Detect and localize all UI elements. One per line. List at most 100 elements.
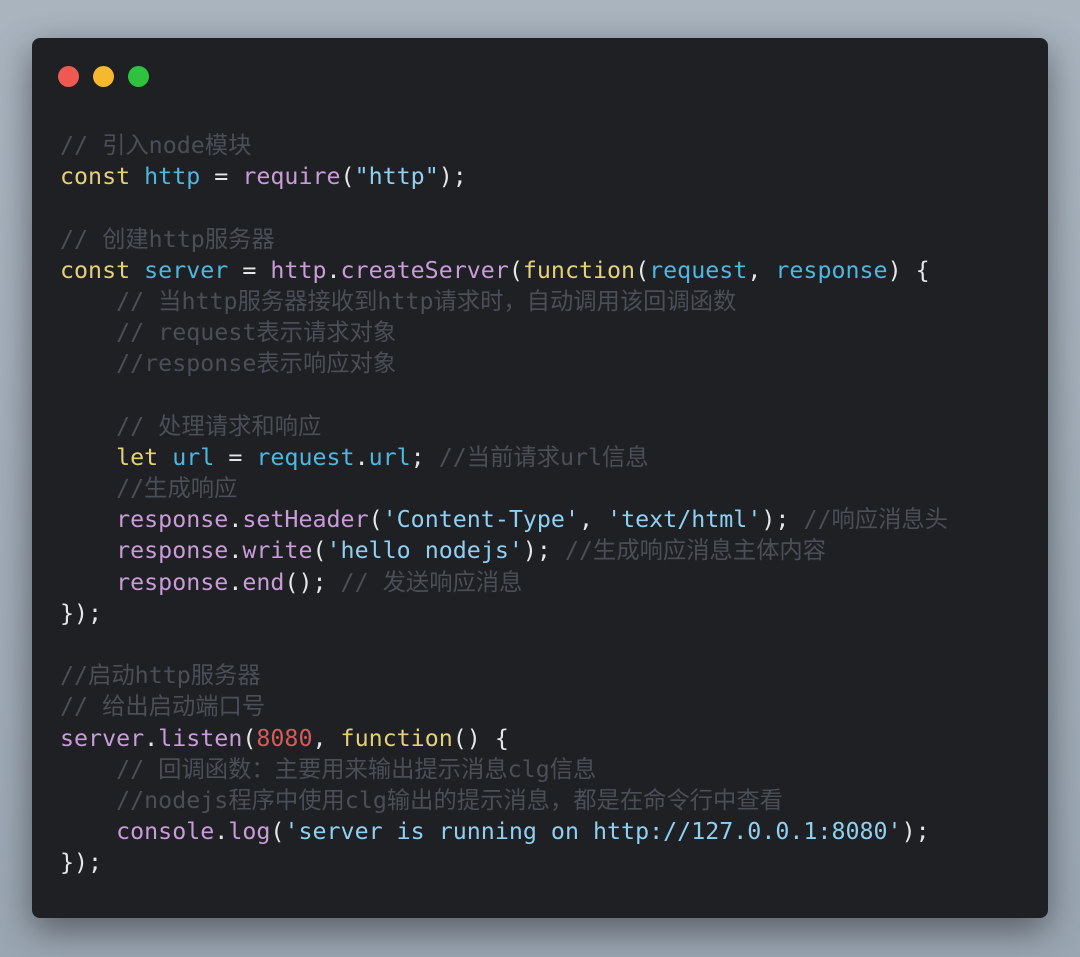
code-token-punct: }); [60, 849, 103, 877]
code-token-variable: url [172, 443, 215, 471]
code-token-punct: }); [60, 599, 103, 627]
code-token-function: response [116, 568, 229, 596]
code-token-punct: ); [438, 163, 467, 191]
close-window-button[interactable] [58, 66, 79, 87]
code-token-punct [60, 506, 116, 533]
code-line: // 给出启动端口号 [60, 691, 1040, 722]
code-line: // request表示请求对象 [60, 317, 1040, 348]
code-token-punct [60, 569, 116, 596]
code-token-punct: ); [761, 506, 804, 534]
code-line: // 引入node模块 [60, 130, 1040, 161]
code-token-function: console [116, 818, 215, 846]
code-token-variable: http [144, 163, 201, 191]
code-line: response.end(); // 发送响应消息 [60, 567, 1040, 598]
code-line: response.setHeader('Content-Type', 'text… [60, 504, 1040, 535]
code-token-function: write [242, 537, 313, 565]
code-token-string: 'server is running on http://127.0.0.1:8… [284, 818, 902, 846]
code-line: }); [60, 598, 1040, 629]
code-token-punct: ( [635, 256, 650, 284]
code-token-comment: //response表示响应对象 [116, 350, 397, 378]
code-token-comment: //启动http服务器 [60, 662, 261, 690]
window-controls [58, 66, 149, 88]
code-line: // 当http服务器接收到http请求时，自动调用该回调函数 [60, 286, 1040, 317]
code-token-comment: //生成响应消息主体内容 [564, 537, 827, 565]
code-token-keyword: function [522, 256, 636, 284]
code-token-punct: ( [508, 256, 523, 284]
code-token-keyword: let [116, 443, 173, 471]
code-token-function: createServer [340, 256, 509, 284]
code-token-punct [60, 818, 116, 845]
code-token-keyword: function [340, 724, 453, 752]
code-token-punct [60, 319, 116, 346]
code-line: //启动http服务器 [60, 660, 1040, 691]
code-line: const http = require("http"); [60, 161, 1040, 192]
code-token-punct: ( [340, 163, 355, 191]
code-token-punct: . [354, 443, 369, 471]
code-token-variable: url [368, 443, 411, 471]
code-token-keyword: const [60, 256, 145, 284]
code-token-punct: , [579, 506, 608, 534]
code-line: let url = request.url; //当前请求url信息 [60, 442, 1040, 473]
code-token-punct [60, 288, 116, 315]
code-token-string: 'hello nodejs' [326, 537, 523, 565]
maximize-window-button[interactable] [128, 66, 149, 87]
code-token-comment: // 引入node模块 [60, 132, 252, 159]
code-token-comment: //nodejs程序中使用clg输出的提示消息，都是在命令行中查看 [116, 786, 783, 814]
code-token-comment: // 给出启动端口号 [60, 693, 266, 721]
code-token-comment: // request表示请求对象 [116, 319, 397, 347]
code-token-variable: request [256, 443, 355, 471]
code-token-punct: . [228, 568, 243, 596]
code-line: // 回调函数：主要用来输出提示消息clg信息 [60, 754, 1040, 785]
code-token-punct: ( [312, 537, 327, 565]
code-token-function: http [270, 256, 327, 284]
code-token-punct: , [747, 256, 776, 284]
code-token-punct [60, 475, 116, 502]
code-token-number: 8080 [256, 724, 313, 752]
code-token-function: listen [158, 724, 243, 752]
code-token-punct [60, 413, 116, 440]
code-line: server.listen(8080, function() { [60, 723, 1040, 754]
code-line: response.write('hello nodejs'); //生成响应消息… [60, 535, 1040, 566]
code-token-comment: // 发送响应消息 [340, 568, 523, 596]
code-token-comment: // 回调函数：主要用来输出提示消息clg信息 [116, 755, 597, 783]
code-token-variable: server [144, 256, 229, 284]
code-token-comment: //当前请求url信息 [438, 443, 649, 471]
code-token-punct: . [228, 506, 243, 534]
code-line: }); [60, 847, 1040, 878]
code-token-punct: ) { [887, 256, 930, 284]
code-line: //response表示响应对象 [60, 348, 1040, 379]
code-token-punct: ; [410, 443, 439, 471]
code-token-function: setHeader [242, 506, 369, 534]
code-line: const server = http.createServer(functio… [60, 255, 1040, 286]
minimize-window-button[interactable] [93, 66, 114, 87]
code-token-punct: . [326, 256, 341, 284]
code-token-punct: = [228, 256, 271, 284]
code-window: // 引入node模块 const http = require("http");… [32, 38, 1048, 918]
code-token-punct: (); [284, 568, 341, 596]
code-line: console.log('server is running on http:/… [60, 816, 1040, 847]
code-token-punct [60, 350, 116, 377]
code-token-punct [60, 537, 116, 564]
code-editor[interactable]: // 引入node模块 const http = require("http");… [60, 130, 1040, 879]
code-token-comment: // 当http服务器接收到http请求时，自动调用该回调函数 [116, 287, 737, 315]
code-token-punct: = [200, 163, 243, 191]
code-token-punct [60, 444, 116, 471]
code-token-punct [60, 756, 116, 783]
code-token-comment: // 创建http服务器 [60, 225, 275, 253]
code-token-string: "http" [354, 163, 439, 191]
code-token-string: 'Content-Type' [382, 506, 579, 534]
code-token-function: response [116, 506, 229, 534]
code-token-keyword: const [60, 163, 145, 191]
code-token-punct [60, 787, 116, 814]
code-line: //nodejs程序中使用clg输出的提示消息，都是在命令行中查看 [60, 785, 1040, 816]
code-token-punct: . [144, 724, 159, 752]
code-token-variable: response [775, 256, 888, 284]
code-token-punct: . [228, 537, 243, 565]
code-line: //生成响应 [60, 473, 1040, 504]
code-token-function: response [116, 537, 229, 565]
code-line: // 处理请求和响应 [60, 411, 1040, 442]
code-token-punct: ); [901, 818, 930, 846]
